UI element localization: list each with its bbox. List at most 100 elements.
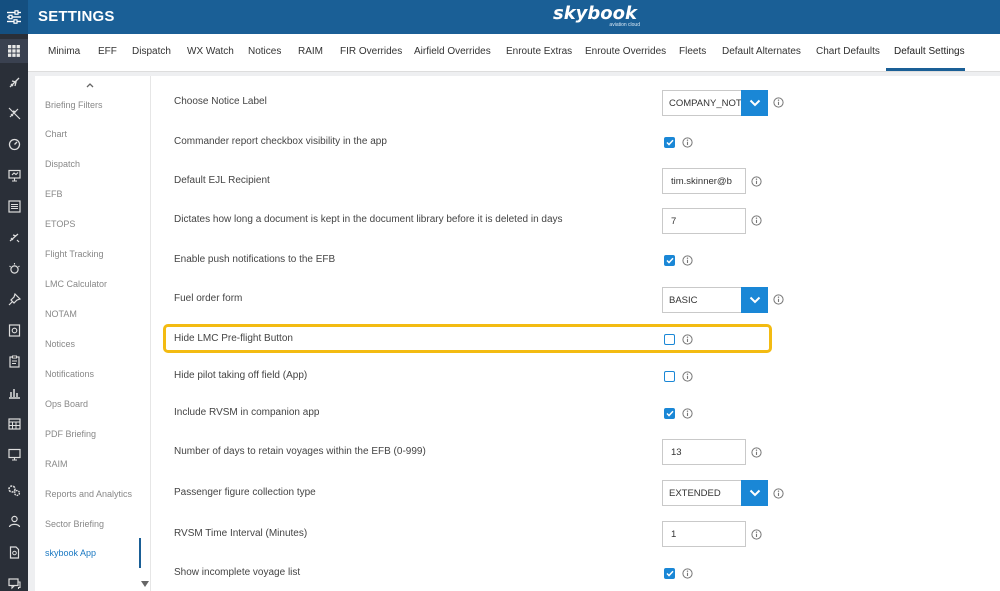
rail-reports[interactable] [0, 380, 28, 404]
tab-fleets[interactable]: Fleets [679, 46, 706, 57]
rail-documents[interactable] [0, 540, 28, 564]
info-icon[interactable] [751, 529, 762, 540]
gauge-icon [8, 138, 20, 150]
tab-eff[interactable]: EFF [98, 46, 117, 57]
category-item[interactable]: Notices [45, 339, 75, 349]
setting-label: Number of days to retain voyages within … [174, 446, 426, 457]
category-item[interactable]: RAIM [45, 459, 68, 469]
info-icon[interactable] [682, 334, 693, 345]
commander-report-checkbox[interactable] [664, 137, 675, 148]
rail-weather[interactable] [0, 256, 28, 280]
chat-icon [7, 577, 21, 589]
category-item[interactable]: Reports and Analytics [45, 489, 132, 499]
setting-label: Fuel order form [174, 293, 243, 304]
dropdown-button[interactable] [741, 287, 768, 313]
settings-menu-button[interactable] [0, 0, 28, 34]
category-item[interactable]: EFB [45, 189, 63, 199]
info-icon[interactable] [682, 137, 693, 148]
chevron-up-icon[interactable] [85, 80, 95, 90]
info-icon[interactable] [682, 568, 693, 579]
info-icon[interactable] [773, 97, 784, 108]
category-item[interactable]: Flight Tracking [45, 249, 104, 259]
checkmark-icon [665, 139, 674, 146]
tab-raim[interactable]: RAIM [298, 46, 323, 57]
rail-performance[interactable] [0, 132, 28, 156]
include-rvsm-checkbox[interactable] [664, 408, 675, 419]
rail-flights[interactable] [0, 70, 28, 94]
rail-briefing[interactable] [0, 163, 28, 187]
push-notifications-checkbox[interactable] [664, 255, 675, 266]
tab-wx-watch[interactable]: WX Watch [187, 46, 234, 57]
list-icon [7, 199, 21, 213]
dropdown-button[interactable] [741, 480, 768, 506]
notice-label-select[interactable]: COMPANY_NOTICE [662, 90, 768, 116]
info-icon[interactable] [773, 488, 784, 499]
info-icon[interactable] [682, 408, 693, 419]
active-tab-indicator [886, 68, 965, 71]
brand-logo: skybook aviation cloud [550, 3, 640, 29]
passenger-figure-select[interactable]: EXTENDED [662, 480, 768, 506]
rail-schedule[interactable] [0, 411, 28, 435]
tab-minima[interactable]: Minima [48, 46, 80, 57]
setting-label: Enable push notifications to the EFB [174, 254, 336, 265]
document-retention-input[interactable] [662, 208, 746, 234]
rail-flight-plan[interactable] [0, 225, 28, 249]
rail-checklist[interactable] [0, 349, 28, 373]
tab-enroute-extras[interactable]: Enroute Extras [506, 46, 572, 57]
category-item[interactable]: Sector Briefing [45, 519, 104, 529]
category-item[interactable]: Briefing Filters [45, 100, 103, 110]
rail-pins[interactable] [0, 287, 28, 311]
plane-small-icon [9, 233, 19, 242]
ejl-recipient-input[interactable] [662, 168, 746, 194]
settings-category-list: Briefing Filters Chart Dispatch EFB ETOP… [35, 76, 150, 591]
info-icon[interactable] [682, 371, 693, 382]
book-icon [8, 323, 20, 337]
info-icon[interactable] [751, 447, 762, 458]
info-icon[interactable] [751, 176, 762, 187]
rail-delays[interactable] [0, 101, 28, 125]
incomplete-voyage-checkbox[interactable] [664, 568, 675, 579]
rail-library[interactable] [0, 318, 28, 342]
hide-pilot-takeoff-checkbox[interactable] [664, 371, 675, 382]
category-item[interactable]: Ops Board [45, 399, 88, 409]
rail-messages[interactable] [0, 571, 28, 591]
rail-users[interactable] [0, 509, 28, 533]
category-item[interactable]: Dispatch [45, 159, 80, 169]
tab-chart-defaults[interactable]: Chart Defaults [816, 46, 880, 57]
tab-notices[interactable]: Notices [248, 46, 281, 57]
dropdown-button[interactable] [741, 90, 768, 116]
tab-enroute-overrides[interactable]: Enroute Overrides [585, 46, 666, 57]
category-item[interactable]: LMC Calculator [45, 279, 107, 289]
tab-default-settings[interactable]: Default Settings [894, 46, 965, 57]
clipboard-icon [8, 355, 20, 368]
brand-name: skybook [552, 3, 637, 24]
voyage-retention-input[interactable] [662, 439, 746, 465]
top-bar: SETTINGS skybook aviation cloud [0, 0, 1000, 34]
rail-settings[interactable] [0, 478, 28, 502]
fuel-order-form-select[interactable]: BASIC [662, 287, 768, 313]
tab-fir-overrides[interactable]: FIR Overrides [340, 46, 402, 57]
scroll-down-icon[interactable] [140, 580, 150, 588]
category-item[interactable]: PDF Briefing [45, 429, 96, 439]
chevron-down-icon [749, 296, 760, 304]
rvsm-interval-input[interactable] [662, 521, 746, 547]
info-icon[interactable] [773, 294, 784, 305]
rail-monitor[interactable] [0, 442, 28, 466]
category-item[interactable]: NOTAM [45, 309, 77, 319]
rail-grid[interactable] [0, 39, 28, 63]
tab-default-alternates[interactable]: Default Alternates [722, 46, 801, 57]
hide-lmc-preflight-checkbox[interactable] [664, 334, 675, 345]
category-item[interactable]: Chart [45, 129, 67, 139]
rail-list[interactable] [0, 194, 28, 218]
checkmark-icon [665, 570, 674, 577]
setting-label: Show incomplete voyage list [174, 567, 301, 578]
category-item-active[interactable]: skybook App [45, 548, 96, 558]
bar-chart-icon [8, 388, 20, 399]
info-icon[interactable] [751, 215, 762, 226]
tab-airfield-overrides[interactable]: Airfield Overrides [414, 46, 491, 57]
info-icon[interactable] [682, 255, 693, 266]
category-item[interactable]: Notifications [45, 369, 94, 379]
tab-dispatch[interactable]: Dispatch [132, 46, 171, 57]
chevron-down-icon [749, 489, 760, 497]
category-item[interactable]: ETOPS [45, 219, 75, 229]
